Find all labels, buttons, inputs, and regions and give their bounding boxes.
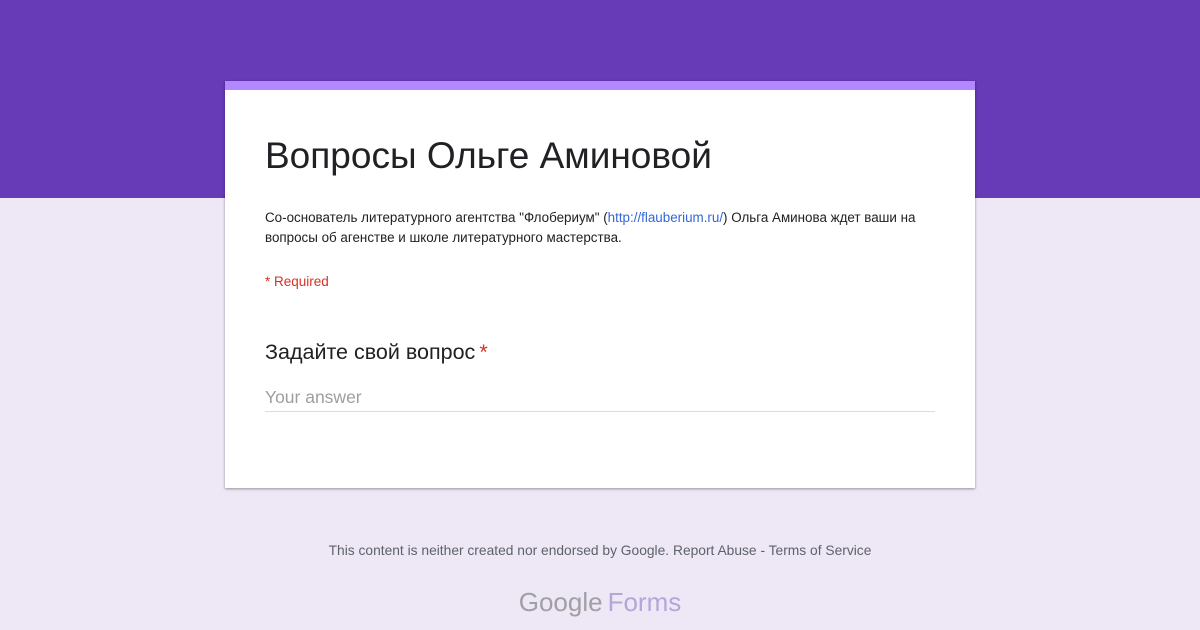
footer-separator: - xyxy=(760,543,766,558)
required-note: * Required xyxy=(265,274,329,289)
question-label: Задайте свой вопрос xyxy=(265,340,476,364)
required-asterisk: * xyxy=(479,340,488,364)
question-title: Задайте свой вопрос * xyxy=(265,338,488,366)
form-title: Вопросы Ольге Аминовой xyxy=(265,135,712,176)
google-forms-logo[interactable]: Google Forms xyxy=(0,585,1200,619)
brand-forms-text: Forms xyxy=(607,587,682,617)
brand-google-text: Google xyxy=(518,587,603,617)
form-description: Со-основатель литературного агентства "Ф… xyxy=(265,208,945,248)
description-link[interactable]: http://flauberium.ru/ xyxy=(608,210,723,225)
description-text-start: Со-основатель литературного агентства "Ф… xyxy=(265,210,608,225)
answer-input[interactable] xyxy=(265,383,935,412)
report-abuse-link[interactable]: Report Abuse xyxy=(673,543,757,558)
terms-of-service-link[interactable]: Terms of Service xyxy=(769,543,872,558)
footer-disclaimer: This content is neither created nor endo… xyxy=(0,542,1200,560)
card-accent-bar xyxy=(225,81,975,90)
disclaimer-text: This content is neither created nor endo… xyxy=(328,543,670,558)
form-card: Вопросы Ольге Аминовой Со-основатель лит… xyxy=(225,81,975,488)
